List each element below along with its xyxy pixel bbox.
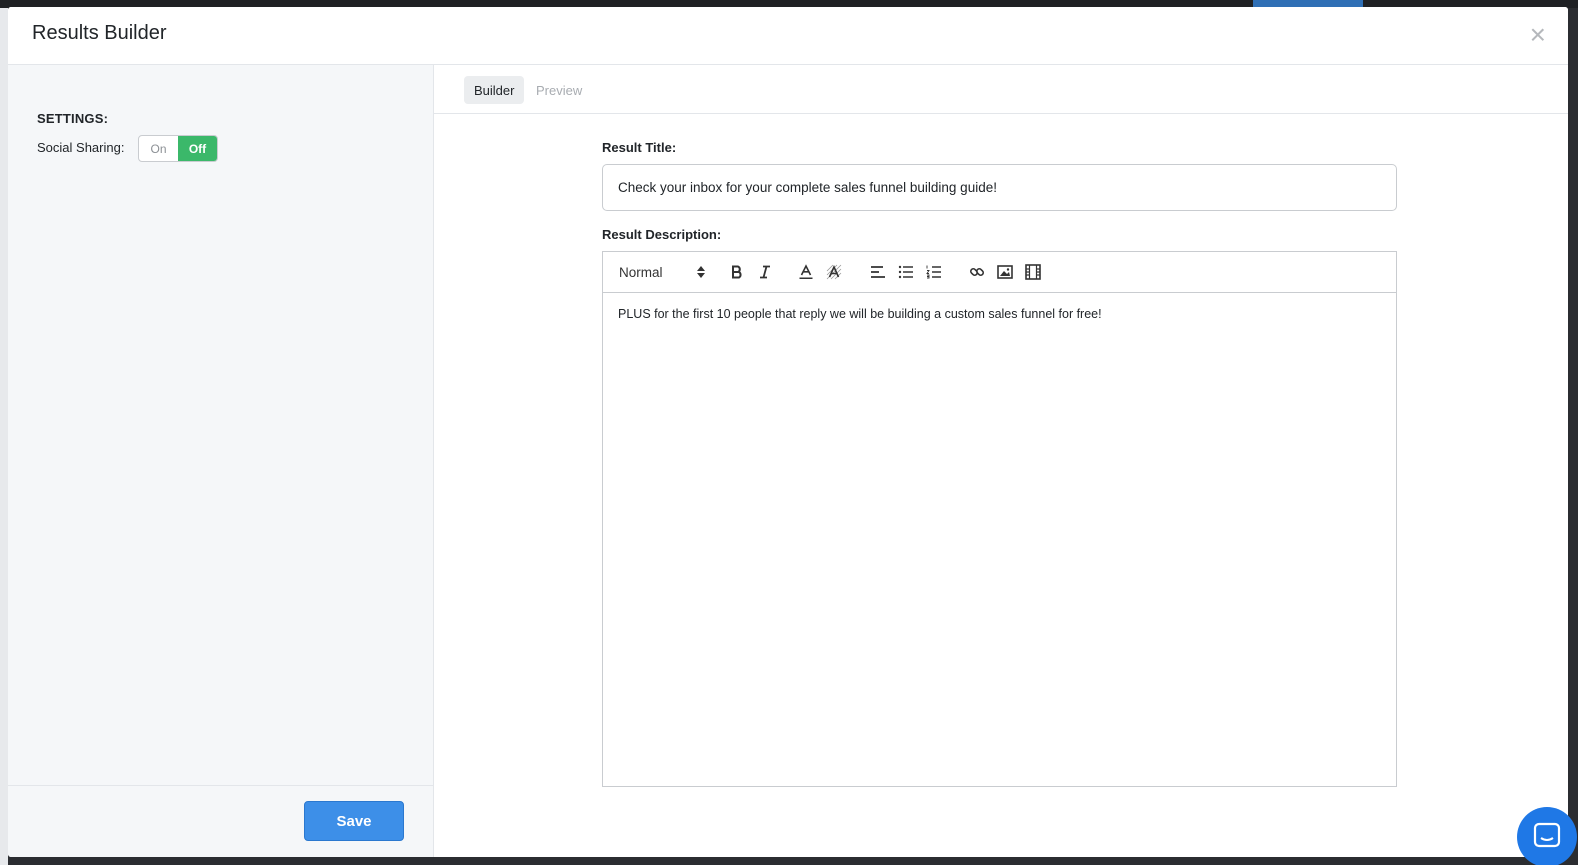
result-title-input[interactable] xyxy=(602,164,1397,211)
numbered-list-icon[interactable] xyxy=(924,262,944,282)
image-icon[interactable] xyxy=(995,262,1015,282)
results-builder-modal: Results Builder × SETTINGS: Social Shari… xyxy=(8,7,1568,857)
panel-footer: Save xyxy=(8,785,434,857)
social-sharing-toggle[interactable]: On Off xyxy=(138,135,218,162)
tab-builder[interactable]: Builder xyxy=(464,76,525,104)
chat-support-button[interactable] xyxy=(1517,807,1577,865)
rich-text-editor: Normal PLUS for the first 10 people that… xyxy=(602,251,1397,787)
link-icon[interactable] xyxy=(967,262,987,282)
editor-toolbar: Normal xyxy=(603,252,1396,293)
text-color-icon[interactable] xyxy=(796,262,816,282)
italic-icon[interactable] xyxy=(755,262,775,282)
social-sharing-label: Social Sharing: xyxy=(37,140,125,155)
toggle-off-option[interactable]: Off xyxy=(178,136,217,161)
background-app-sidebar xyxy=(0,8,8,865)
modal-header: Results Builder × xyxy=(8,7,1568,65)
align-icon[interactable] xyxy=(868,262,888,282)
settings-panel: SETTINGS: Social Sharing: On Off Save xyxy=(8,65,434,857)
format-select[interactable]: Normal xyxy=(619,262,705,282)
video-icon[interactable] xyxy=(1023,262,1043,282)
sort-arrows-icon xyxy=(697,266,705,278)
modal-title: Results Builder xyxy=(32,22,167,44)
format-select-value: Normal xyxy=(619,264,663,280)
bullet-list-icon[interactable] xyxy=(896,262,916,282)
builder-panel: Builder Preview Result Title: Result Des… xyxy=(434,65,1568,857)
settings-heading: SETTINGS: xyxy=(37,111,109,126)
result-description-label: Result Description: xyxy=(602,227,722,242)
bold-icon[interactable] xyxy=(727,262,747,282)
description-editor-body[interactable]: PLUS for the first 10 people that reply … xyxy=(603,294,1396,786)
result-title-label: Result Title: xyxy=(602,140,677,155)
close-icon[interactable]: × xyxy=(1530,21,1546,49)
toggle-on-option[interactable]: On xyxy=(139,136,178,161)
background-color-icon[interactable] xyxy=(824,262,844,282)
chat-icon xyxy=(1533,822,1561,848)
tab-bar: Builder Preview xyxy=(434,65,1568,114)
save-button[interactable]: Save xyxy=(304,801,404,841)
tab-preview[interactable]: Preview xyxy=(526,76,592,104)
